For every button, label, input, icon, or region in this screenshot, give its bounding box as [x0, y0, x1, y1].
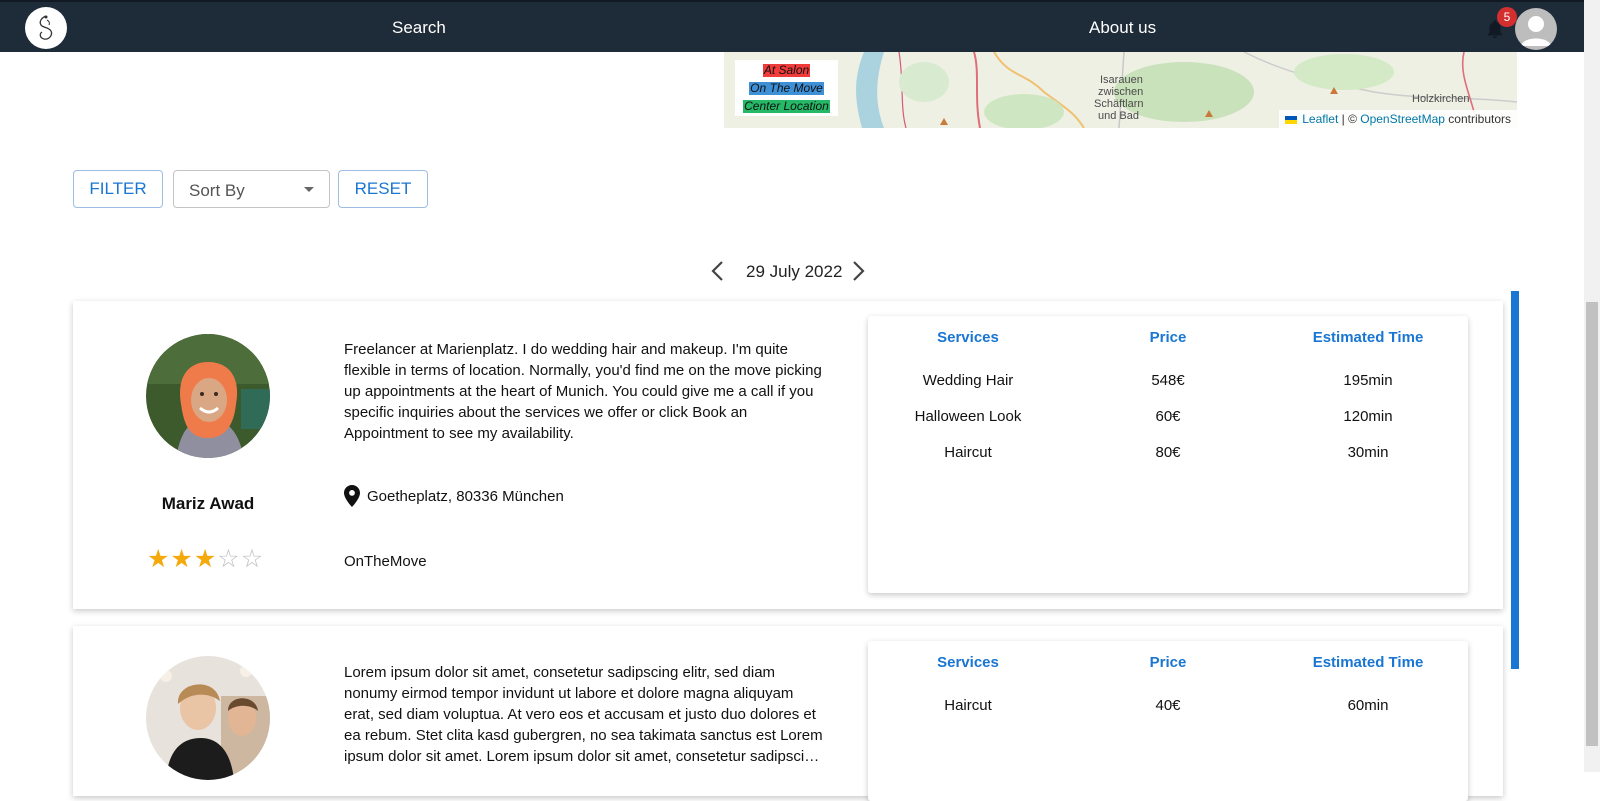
star-filled-icon: ★	[170, 545, 194, 573]
provider-location: Goetheplatz, 80336 München	[344, 485, 564, 507]
provider-portrait-image	[146, 656, 270, 780]
legend-on-the-move: On The Move	[749, 81, 824, 95]
notification-badge: 5	[1497, 7, 1517, 27]
ukraine-flag-icon	[1284, 115, 1297, 124]
map-place-label: und Bad	[1098, 110, 1139, 122]
service-price: 40€	[1155, 697, 1181, 714]
service-name: Wedding Hair	[922, 372, 1014, 389]
service-time: 195min	[1343, 372, 1393, 389]
services-column-header: Services	[937, 329, 999, 346]
rating-stars: ★★★☆☆	[147, 547, 264, 572]
provider-description: Lorem ipsum dolor sit amet, consetetur s…	[344, 664, 823, 765]
star-empty-icon: ☆	[240, 545, 265, 573]
map-place-label: zwischen	[1098, 86, 1144, 98]
map-panel[interactable]: Isarauen zwischen Schäftlarn und Bad Hol…	[724, 52, 1517, 128]
service-row[interactable]: Wedding Hair 548€ 195min	[868, 366, 1468, 402]
sort-by-placeholder: Sort By	[189, 181, 245, 200]
price-column-header: Price	[1149, 654, 1187, 671]
page-scrollbar[interactable]	[1584, 0, 1600, 772]
filter-button[interactable]: FILTER	[73, 170, 163, 208]
nav-search-link[interactable]: Search	[392, 18, 446, 38]
services-table: Services Price Estimated Time Wedding Ha…	[868, 316, 1468, 593]
time-column-header: Estimated Time	[1312, 329, 1424, 346]
nav-about-link[interactable]: About us	[1089, 18, 1156, 38]
caret-down-icon	[304, 187, 314, 192]
star-filled-icon: ★	[147, 545, 171, 573]
star-filled-icon: ★	[193, 545, 218, 573]
openstreetmap-link[interactable]: OpenStreetMap	[1360, 112, 1445, 126]
services-column-header: Services	[937, 654, 999, 671]
provider-card[interactable]: Mariz Awad ★★★☆☆ Freelancer at Marienpla…	[73, 301, 1503, 609]
map-attribution: Leaflet | © OpenStreetMap contributors	[1278, 110, 1517, 128]
provider-mode: OnTheMove	[344, 553, 427, 570]
provider-photo	[146, 656, 270, 780]
provider-name: Mariz Awad	[161, 494, 255, 513]
service-name: Haircut	[944, 444, 992, 461]
map-place-label: Isarauen	[1100, 74, 1143, 86]
service-row[interactable]: Halloween Look 60€ 120min	[868, 402, 1468, 438]
user-avatar[interactable]	[1515, 8, 1557, 50]
service-row[interactable]: Haircut 40€ 60min	[868, 691, 1468, 727]
logo-icon	[39, 15, 53, 40]
attribution-separator: | ©	[1338, 112, 1361, 126]
list-scroll-indicator	[1511, 291, 1519, 669]
legend-at-salon: At Salon	[762, 63, 811, 77]
chevron-left-icon[interactable]	[708, 260, 728, 282]
service-time: 30min	[1347, 444, 1389, 461]
location-pin-icon	[344, 485, 360, 507]
leaflet-link[interactable]: Leaflet	[1302, 112, 1338, 126]
time-column-header: Estimated Time	[1312, 654, 1424, 671]
services-header-row: Services Price Estimated Time	[868, 316, 1468, 366]
provider-card[interactable]: Lorem ipsum dolor sit amet, consetetur s…	[73, 626, 1503, 801]
service-price: 548€	[1151, 372, 1185, 389]
map-place-label: Holzkirchen	[1412, 93, 1470, 105]
legend-center-location: Center Location	[743, 99, 830, 113]
user-icon	[1521, 16, 1551, 46]
location-text: Goetheplatz, 80336 München	[367, 487, 564, 505]
reset-button[interactable]: RESET	[338, 170, 428, 208]
map-place-label: Schäftlarn	[1094, 98, 1144, 110]
service-price: 80€	[1155, 444, 1181, 461]
provider-portrait-image	[146, 334, 270, 458]
provider-photo	[146, 334, 270, 458]
brand-logo[interactable]	[25, 7, 67, 49]
service-name: Haircut	[944, 697, 992, 714]
service-name: Halloween Look	[914, 408, 1022, 425]
chevron-right-icon[interactable]	[848, 260, 868, 282]
provider-description: Freelancer at Marienplatz. I do wedding …	[344, 341, 822, 442]
sort-by-select[interactable]: Sort By	[173, 170, 330, 208]
top-navbar: Search About us 5	[0, 0, 1584, 52]
star-empty-icon: ☆	[217, 545, 241, 573]
service-price: 60€	[1155, 408, 1181, 425]
service-time: 60min	[1347, 697, 1389, 714]
services-header-row: Services Price Estimated Time	[868, 641, 1468, 691]
services-table: Services Price Estimated Time Haircut 40…	[868, 641, 1468, 801]
attribution-contributors: contributors	[1444, 112, 1511, 126]
scrollbar-thumb[interactable]	[1586, 302, 1598, 746]
service-row[interactable]: Haircut 80€ 30min	[868, 438, 1468, 474]
current-date: 29 July 2022	[746, 262, 843, 281]
service-time: 120min	[1343, 408, 1393, 425]
map-legend: At Salon On The Move Center Location	[735, 60, 838, 116]
price-column-header: Price	[1149, 329, 1187, 346]
